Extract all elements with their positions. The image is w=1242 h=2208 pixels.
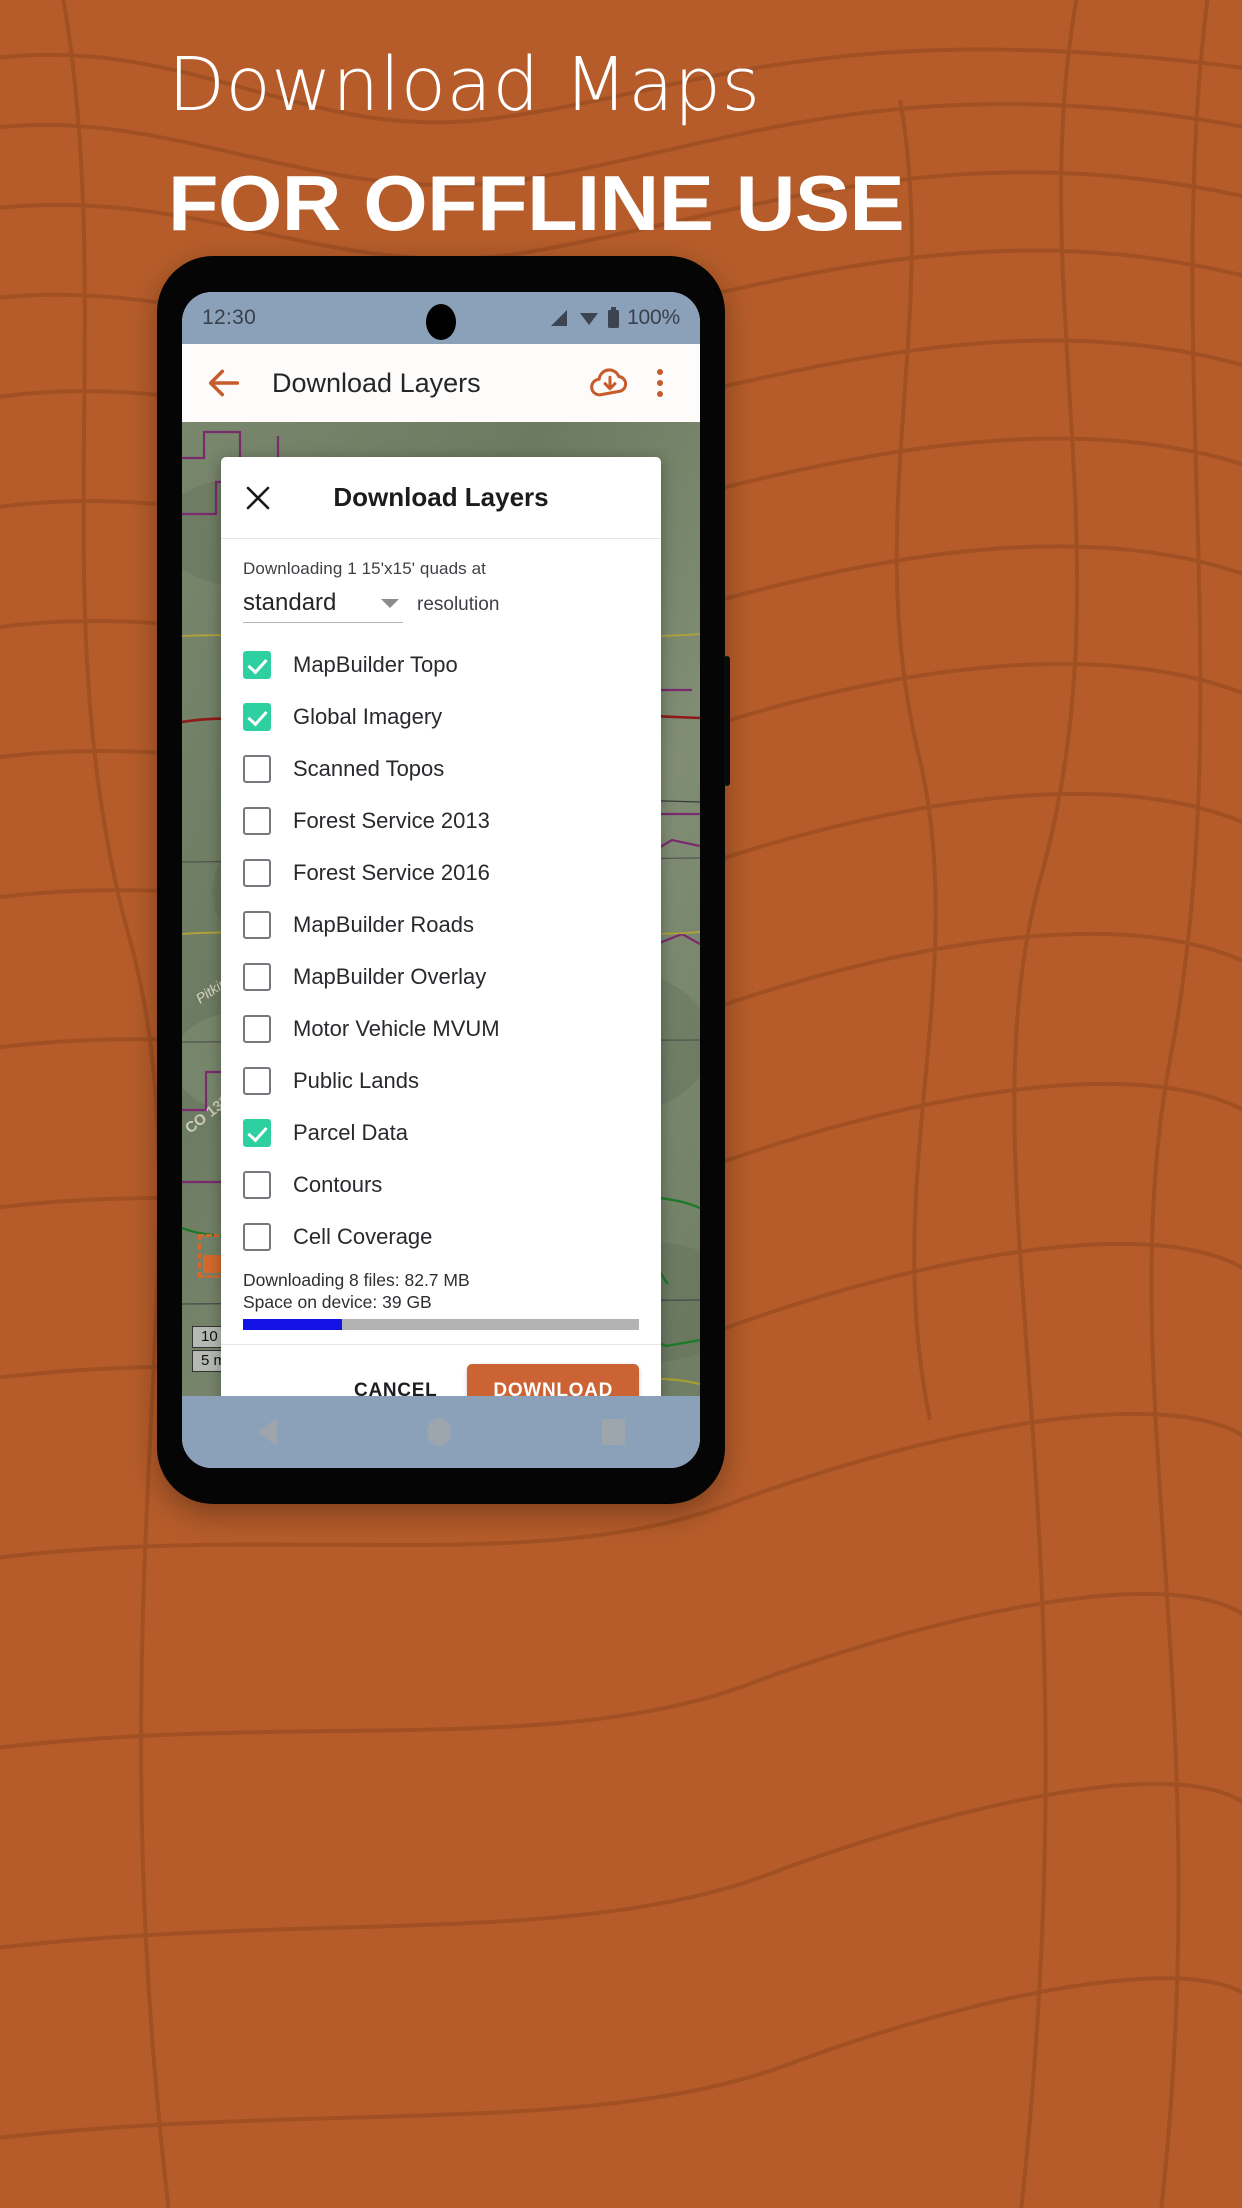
checkbox-unchecked-icon[interactable] — [243, 1067, 271, 1095]
layer-label: MapBuilder Roads — [293, 912, 474, 937]
chevron-down-icon — [381, 598, 399, 608]
quads-description: Downloading 1 15'x15' quads at — [243, 559, 486, 578]
layer-row[interactable]: Motor Vehicle MVUM — [243, 1003, 639, 1055]
checkbox-unchecked-icon[interactable] — [243, 1223, 271, 1251]
layer-row[interactable]: Cell Coverage — [243, 1211, 639, 1263]
phone-frame: 12:30 100% Download Layers Pitkin CO 133… — [157, 256, 730, 1504]
layer-row[interactable]: Forest Service 2016 — [243, 847, 639, 899]
arrow-left-icon[interactable] — [204, 363, 244, 403]
checkbox-unchecked-icon[interactable] — [243, 859, 271, 887]
headline-secondary: FOR OFFLINE USE — [168, 159, 905, 247]
download-status: Downloading 8 files: 82.7 MB Space on de… — [221, 1265, 661, 1331]
storage-progress-bar — [243, 1319, 639, 1331]
layer-label: MapBuilder Topo — [293, 652, 458, 677]
layer-row[interactable]: Global Imagery — [243, 691, 639, 743]
layer-row[interactable]: MapBuilder Topo — [243, 639, 639, 691]
checkbox-unchecked-icon[interactable] — [243, 1171, 271, 1199]
layer-row[interactable]: Contours — [243, 1159, 639, 1211]
resolution-selected-value: standard — [243, 589, 337, 616]
nav-recents-square-icon[interactable] — [601, 1419, 625, 1445]
checkbox-unchecked-icon[interactable] — [243, 911, 271, 939]
layer-label: Scanned Topos — [293, 756, 445, 781]
nav-home-circle-icon[interactable] — [427, 1418, 452, 1446]
layer-checkbox-list: MapBuilder Topo Global Imagery Scanned Top… — [243, 639, 639, 1265]
status-bar-time: 12:30 — [202, 306, 257, 329]
promo-headline: Download Maps FOR OFFLINE USE — [0, 0, 1242, 242]
headline-primary: Download Maps — [168, 42, 761, 128]
checkbox-unchecked-icon[interactable] — [243, 755, 271, 783]
layer-row[interactable]: MapBuilder Overlay — [243, 951, 639, 1003]
checkbox-checked-icon[interactable] — [243, 1119, 271, 1147]
wifi-icon — [580, 313, 599, 325]
checkbox-unchecked-icon[interactable] — [243, 807, 271, 835]
layer-label: Forest Service 2016 — [293, 860, 490, 885]
space-on-device-label: Space on device: 39 GB — [243, 1292, 432, 1313]
android-navigation-bar — [182, 1396, 700, 1468]
close-x-icon[interactable] — [243, 483, 273, 513]
layer-label: Contours — [293, 1172, 383, 1197]
download-layers-dialog: Download Layers Downloading 1 15'x15' qu… — [221, 457, 661, 1437]
resolution-label: resolution — [417, 594, 500, 615]
front-camera-punchhole-icon — [426, 304, 456, 340]
layer-label: Motor Vehicle MVUM — [293, 1016, 500, 1041]
phone-screen: 12:30 100% Download Layers Pitkin CO 133… — [182, 292, 700, 1468]
cloud-download-icon[interactable] — [588, 361, 632, 405]
storage-progress-fill — [243, 1319, 342, 1331]
dialog-header: Download Layers — [221, 457, 661, 539]
layer-row[interactable]: MapBuilder Roads — [243, 899, 639, 951]
layer-label: MapBuilder Overlay — [293, 964, 487, 989]
checkbox-checked-icon[interactable] — [243, 651, 271, 679]
checkbox-unchecked-icon[interactable] — [243, 963, 271, 991]
layer-label: Forest Service 2013 — [293, 808, 490, 833]
dialog-body: Downloading 1 15'x15' quads at standard … — [221, 539, 661, 1265]
layer-row[interactable]: Parcel Data — [243, 1107, 639, 1159]
app-toolbar-title: Download Layers — [272, 367, 481, 398]
layer-row[interactable]: Forest Service 2013 — [243, 795, 639, 847]
layer-label: Public Lands — [293, 1068, 419, 1093]
battery-full-icon — [608, 307, 620, 328]
layer-row[interactable]: Scanned Topos — [243, 743, 639, 795]
layer-label: Parcel Data — [293, 1120, 408, 1145]
checkbox-unchecked-icon[interactable] — [243, 1015, 271, 1043]
downloading-files-label: Downloading 8 files: 82.7 MB — [243, 1270, 470, 1290]
resolution-row: standard resolution — [243, 589, 639, 623]
nav-back-triangle-icon[interactable] — [257, 1418, 278, 1446]
app-toolbar: Download Layers — [182, 344, 700, 422]
status-bar: 12:30 100% — [182, 292, 700, 344]
resolution-dropdown[interactable]: standard — [243, 589, 403, 623]
layer-row[interactable]: Public Lands — [243, 1055, 639, 1107]
layer-label: Cell Coverage — [293, 1224, 433, 1249]
checkbox-checked-icon[interactable] — [243, 703, 271, 731]
phone-power-button[interactable] — [724, 656, 730, 786]
overflow-menu-icon[interactable] — [642, 361, 678, 405]
layer-label: Global Imagery — [293, 704, 443, 729]
cellular-signal-icon — [551, 310, 568, 326]
battery-percent-label: 100% — [627, 306, 680, 329]
dialog-title: Download Layers — [333, 482, 549, 512]
